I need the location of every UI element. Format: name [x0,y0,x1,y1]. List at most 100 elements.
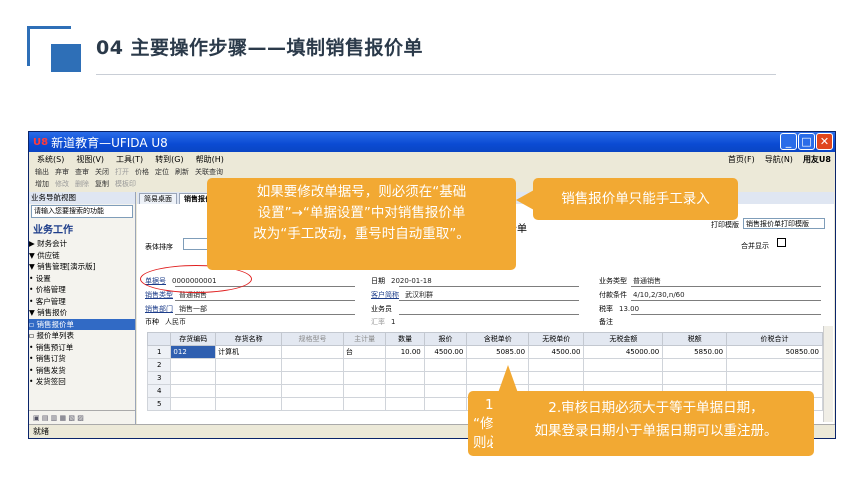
delete-button[interactable]: 删除 [75,179,89,189]
cell[interactable] [215,358,283,372]
grid-header-qty[interactable]: 数量 [385,332,425,346]
menu-tools[interactable]: 工具(T) [116,154,143,165]
cell[interactable] [342,358,387,372]
cell[interactable] [342,384,387,398]
tab-desktop[interactable]: 简易桌面 [139,193,177,204]
nav-item-supply-chain[interactable]: ▼ 供应链 [29,250,135,262]
maximize-button[interactable]: □ [798,133,815,150]
home-link[interactable]: 首页(F) [728,154,755,165]
cell-qty[interactable]: 10.00 [385,345,425,359]
close-doc-button[interactable]: 关闭 [95,167,109,177]
cell-tax[interactable]: 5850.00 [662,345,728,359]
cell[interactable] [170,358,217,372]
cell-name[interactable]: 计算机 [215,345,283,359]
grid-header-name[interactable]: 存货名称 [215,332,283,346]
cell-quote[interactable]: 4500.00 [423,345,468,359]
nav-item-delivery-return[interactable]: • 发货签回 [29,376,135,388]
nav-item-sales-delivery[interactable]: • 销售发货 [29,365,135,377]
customer-value[interactable]: 武汉利群 [405,291,433,299]
cell[interactable] [423,397,468,411]
cell[interactable] [528,371,585,385]
nav-item-quote-list[interactable]: ▫ 报价单列表 [29,330,135,342]
currency-value[interactable]: 人民币 [165,318,186,326]
cell[interactable] [342,397,387,411]
pay-terms-value[interactable]: 4/10,2/30,n/60 [633,291,685,299]
cell[interactable] [528,358,585,372]
cell[interactable] [423,384,468,398]
close-button[interactable]: ✕ [816,133,833,150]
cell-net-amount[interactable]: 45000.00 [583,345,664,359]
edit-button[interactable]: 修改 [55,179,69,189]
output-button[interactable]: 输出 [35,167,49,177]
grid-header-total[interactable]: 价税合计 [726,332,823,346]
cell[interactable] [385,371,425,385]
refresh-button[interactable]: 刷新 [175,167,189,177]
nav-link[interactable]: 导航(N) [765,154,793,165]
grid-header-unit[interactable]: 主计量 [342,332,387,346]
nav-item-sales-quote[interactable]: ▼ 销售报价 [29,307,135,319]
cell[interactable] [726,358,823,372]
nav-item-finance[interactable]: ▶ 财务会计 [29,238,135,250]
cell[interactable] [281,397,344,411]
unaudit-button[interactable]: 弃审 [55,167,69,177]
rate-value[interactable]: 1 [391,318,395,326]
cell[interactable] [726,371,823,385]
cell[interactable] [170,397,217,411]
nav-item-price-mgmt[interactable]: • 价格管理 [29,284,135,296]
nav-item-sales-mgmt[interactable]: ▼ 销售管理[演示版] [29,261,135,273]
cell[interactable] [662,358,728,372]
dept-value[interactable]: 销售一部 [179,305,207,313]
grid-scrollbar[interactable] [823,326,833,422]
cell-unit[interactable]: 台 [342,345,387,359]
nav-item-quote-doc[interactable]: ▫ 销售报价单 [29,318,135,330]
template-button[interactable]: 模板印 [115,179,136,189]
menu-view[interactable]: 视图(V) [76,154,104,165]
nav-item-settings[interactable]: • 设置 [29,273,135,285]
cell[interactable] [281,371,344,385]
cell[interactable] [170,384,217,398]
copy-button[interactable]: 复制 [95,179,109,189]
cell[interactable] [170,371,217,385]
grid-header-spec[interactable]: 规格型号 [281,332,344,346]
cell[interactable] [423,371,468,385]
cell[interactable] [385,384,425,398]
cell[interactable] [662,371,728,385]
menu-system[interactable]: 系统(S) [37,154,64,165]
related-query-button[interactable]: 关联查询 [195,167,223,177]
locate-button[interactable]: 定位 [155,167,169,177]
cell[interactable] [342,371,387,385]
cell[interactable] [215,384,283,398]
nav-search-input[interactable]: 请输入您要搜索的功能 [31,205,133,218]
cell[interactable] [281,358,344,372]
cell[interactable] [215,397,283,411]
cell[interactable] [583,358,664,372]
cell-net-price[interactable]: 4500.00 [528,345,585,359]
add-button[interactable]: 增加 [35,179,49,189]
print-template-select[interactable]: 销售报价单打印模版 [743,218,825,229]
nav-item-pre-order[interactable]: • 销售预订单 [29,342,135,354]
nav-item-sales-order[interactable]: • 销售订货 [29,353,135,365]
grid-header-tax[interactable]: 税额 [662,332,728,346]
cell[interactable] [215,371,283,385]
date-value[interactable]: 2020-01-18 [391,277,432,285]
cell[interactable] [423,358,468,372]
cell[interactable] [583,371,664,385]
cell-code[interactable]: 012 [170,345,217,359]
cell-spec[interactable] [281,345,344,359]
check-audit-button[interactable]: 查审 [75,167,89,177]
open-doc-button[interactable]: 打开 [115,167,129,177]
cell[interactable] [385,397,425,411]
cell[interactable] [281,384,344,398]
minimize-button[interactable]: _ [780,133,797,150]
grid-header-code[interactable]: 存货编码 [170,332,217,346]
menu-help[interactable]: 帮助(H) [196,154,224,165]
nav-item-customer-mgmt[interactable]: • 客户管理 [29,296,135,308]
grid-header-quote[interactable]: 报价 [423,332,468,346]
grid-header-net-price[interactable]: 无税单价 [528,332,585,346]
menu-goto[interactable]: 转到(G) [155,154,183,165]
grid-header-net-amount[interactable]: 无税金额 [583,332,664,346]
grid-header-tax-price[interactable]: 含税单价 [466,332,530,346]
cell-total[interactable]: 50850.00 [726,345,823,359]
tax-rate-value[interactable]: 13.00 [619,305,639,313]
merge-checkbox[interactable] [777,238,786,247]
